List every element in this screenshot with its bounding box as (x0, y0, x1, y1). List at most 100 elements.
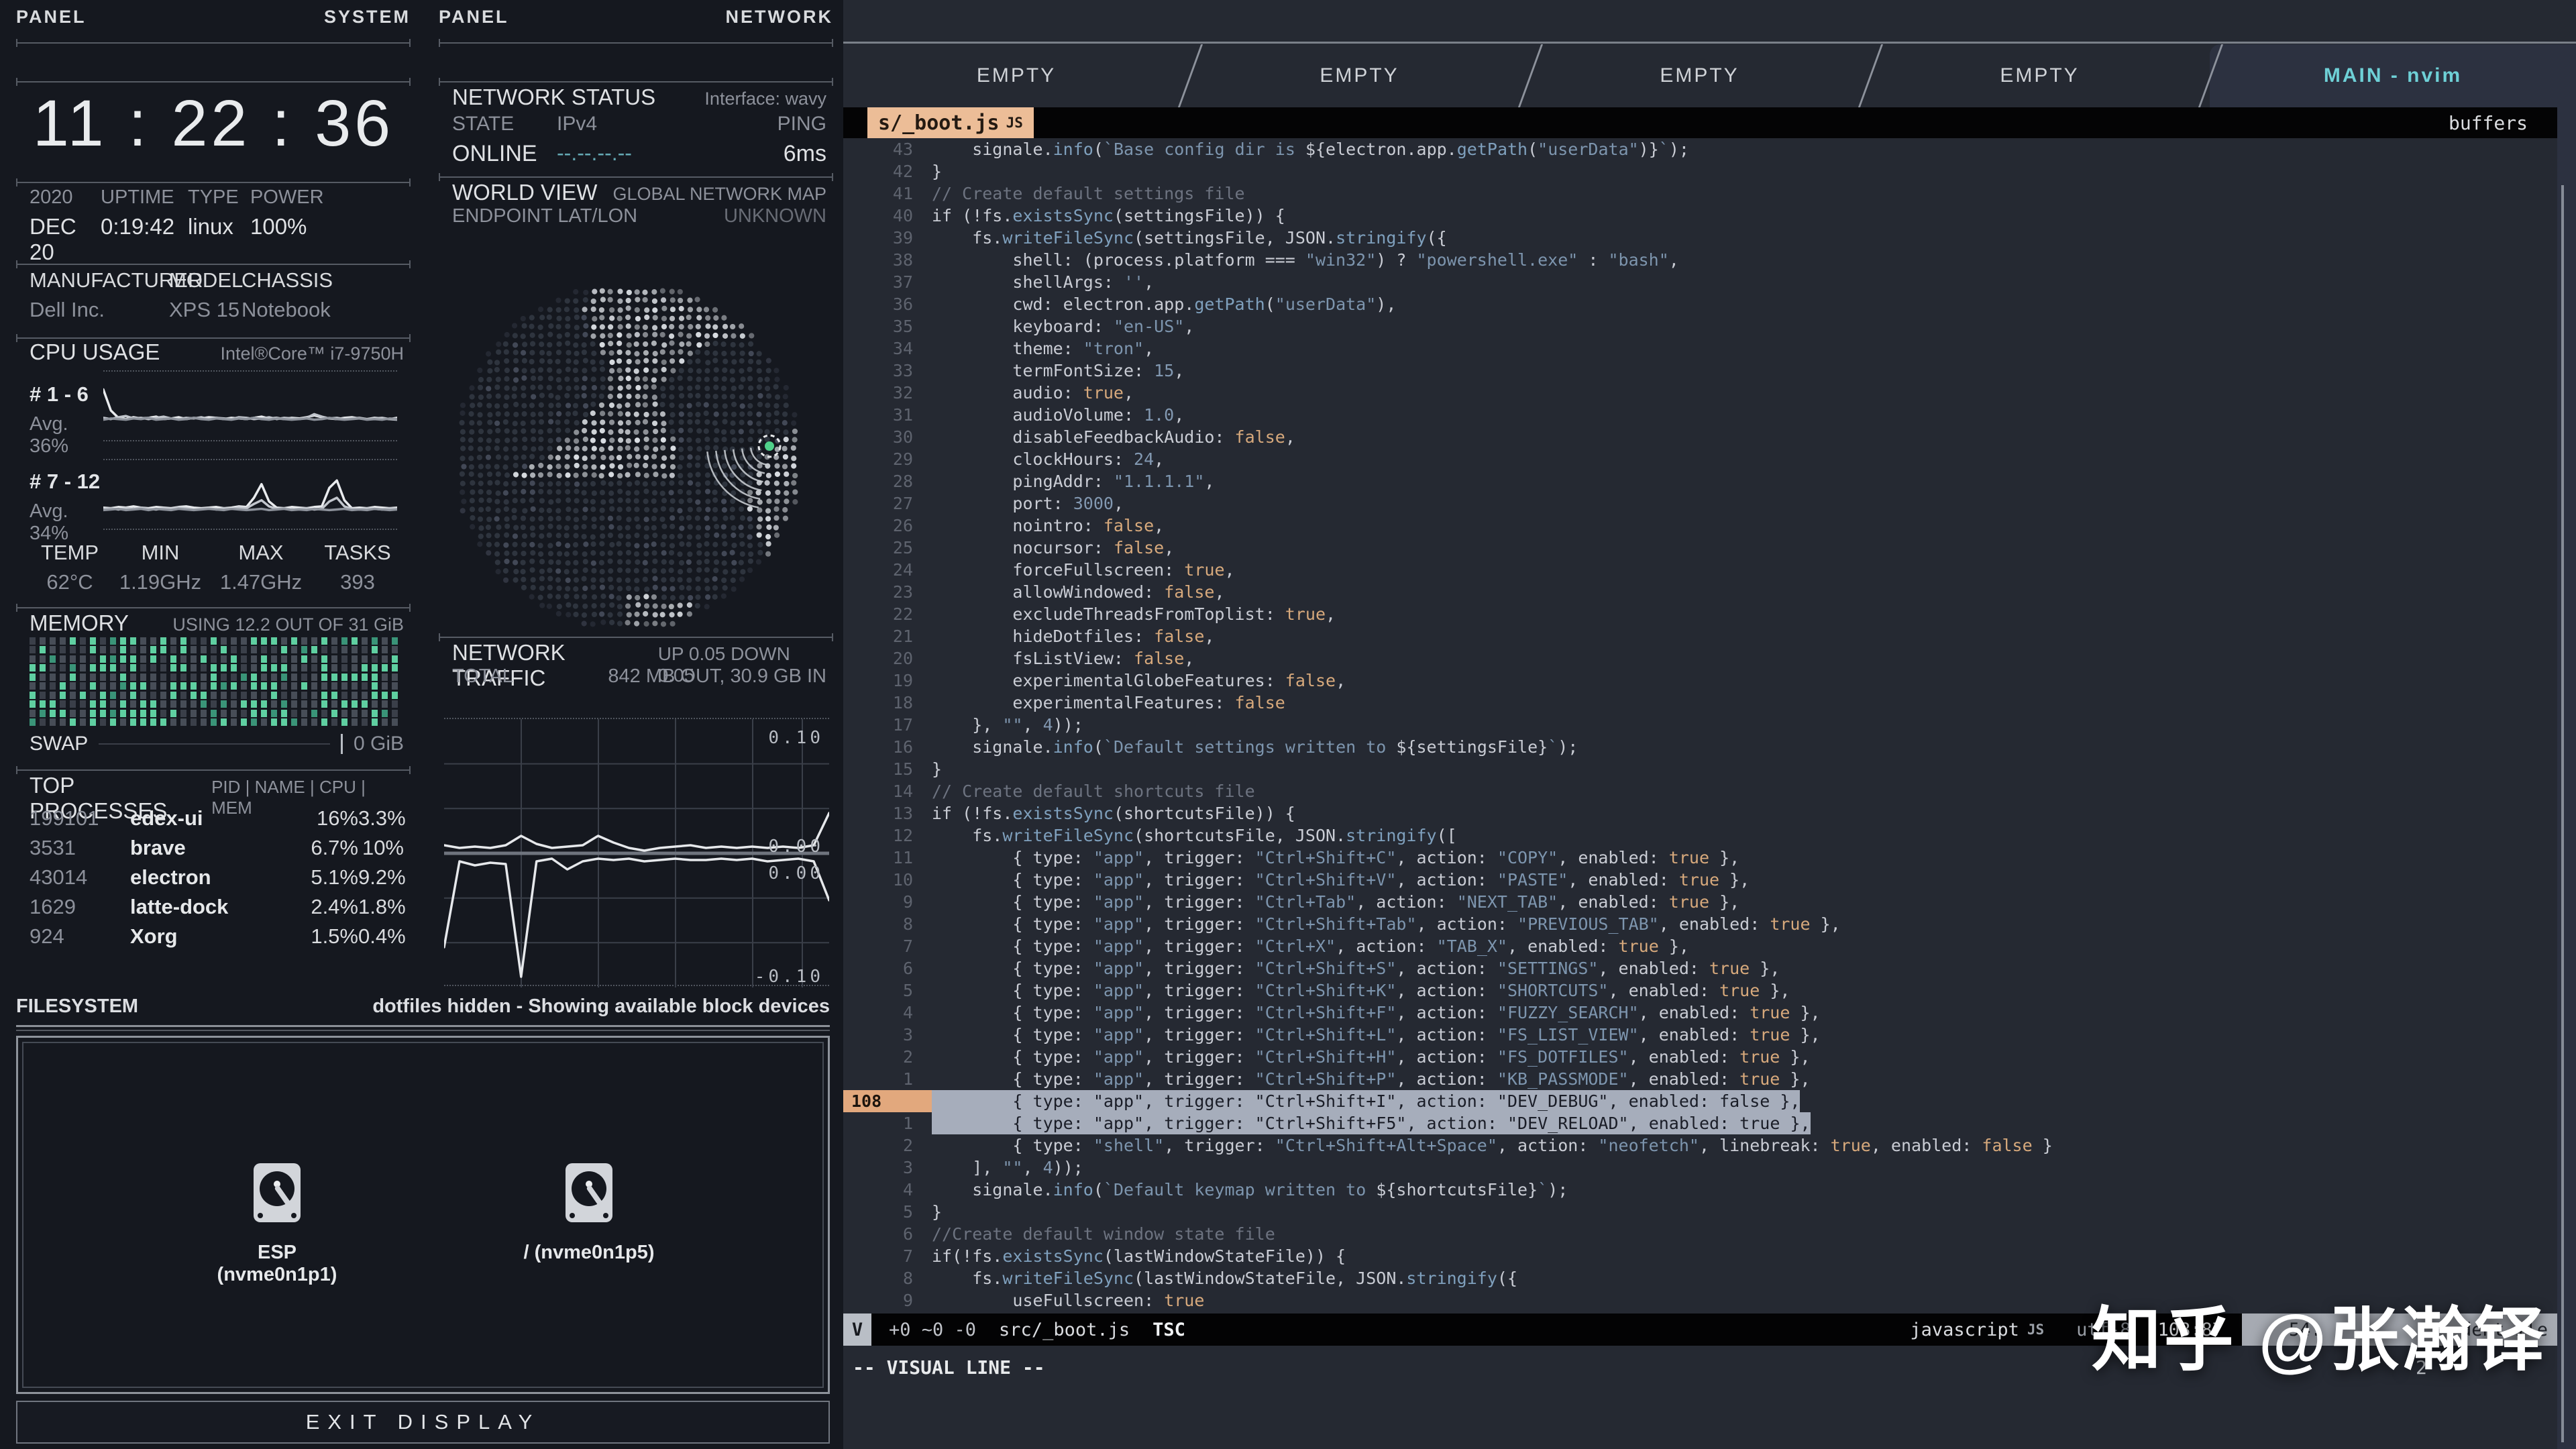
globe-map[interactable] (439, 235, 833, 637)
memory-dot (251, 637, 257, 645)
system-panel-header: PANEL SYSTEM (16, 7, 411, 28)
memory-dot (100, 718, 106, 726)
memory-dot (291, 637, 297, 645)
memory-dot (331, 674, 337, 681)
tab-empty-3[interactable]: EMPTY (1529, 44, 1870, 107)
disk-label: ESP (nvme0n1p1) (197, 1242, 358, 1286)
memory-dot (352, 682, 358, 690)
memory-dot (281, 637, 287, 645)
tab-main-nvim[interactable]: MAIN - nvim (2210, 44, 2576, 107)
memory-dot (110, 710, 116, 717)
memory-dot (241, 718, 247, 726)
memory-dot (281, 674, 287, 681)
memory-dot (382, 674, 388, 681)
code-line: 37 shellArgs: '', (843, 271, 2557, 293)
memory-dot (271, 700, 277, 708)
code-line: 2 { type: "app", trigger: "Ctrl+Shift+H"… (843, 1046, 2557, 1068)
filesystem-status: dotfiles hidden - Showing available bloc… (372, 996, 830, 1018)
line-number: 13 (843, 802, 932, 824)
filetype-label: javascript (1910, 1320, 2019, 1340)
code-line: 42} (843, 160, 2557, 182)
memory-dot (40, 637, 46, 645)
memory-dot (170, 674, 176, 681)
lsp-name: TSC (1152, 1320, 1185, 1340)
memory-dot (341, 718, 347, 726)
memory-dot (251, 692, 257, 699)
line-number: 34 (843, 337, 932, 360)
code-line: 31 audioVolume: 1.0, (843, 404, 2557, 426)
memory-dot (261, 710, 267, 717)
code-line: 26 nointro: false, (843, 515, 2557, 537)
filesystem-box: ESP (nvme0n1p1) / (nvme0n1p5) (16, 1036, 830, 1394)
memory-dot (80, 692, 86, 699)
line-number: 11 (843, 847, 932, 869)
memory-dot (30, 710, 36, 717)
code-line: 33 termFontSize: 15, (843, 360, 2557, 382)
memory-dot (221, 664, 227, 672)
exit-display-button[interactable]: EXIT DISPLAY (16, 1401, 830, 1444)
memory-dot (80, 646, 86, 653)
memory-dot (60, 646, 66, 653)
memory-dot (140, 718, 146, 726)
memory-dot (341, 637, 347, 645)
memory-dot (110, 637, 116, 645)
code-line: 35 keyboard: "en-US", (843, 315, 2557, 337)
code-area[interactable]: 43 signale.info(`Base config dir is ${el… (843, 138, 2557, 1311)
memory-dot (30, 655, 36, 663)
code-line: 36 cwd: electron.app.getPath("userData")… (843, 293, 2557, 315)
tab-empty-2[interactable]: EMPTY (1189, 44, 1529, 107)
svg-text:-0.10: -0.10 (755, 967, 824, 987)
memory-dot (160, 664, 166, 672)
memory-dot (100, 700, 106, 708)
memory-dot (180, 664, 186, 672)
year-label: 2020 (30, 186, 101, 209)
manufacturer-label: MANUFACTURER (30, 268, 169, 292)
memory-dot (90, 646, 96, 653)
panel-label: PANEL (439, 7, 509, 28)
memory-dot (60, 664, 66, 672)
memory-dot (60, 682, 66, 690)
world-view-title: WORLD VIEW (452, 180, 597, 205)
code-line: 38 shell: (process.platform === "win32")… (843, 249, 2557, 271)
memory-dot (40, 692, 46, 699)
memory-dot (221, 700, 227, 708)
temp-label: TEMP (30, 541, 110, 565)
sysinfo-row: 2020DEC 20 UPTIME0:19:42 TYPElinux POWER… (30, 186, 404, 265)
memory-dot (140, 646, 146, 653)
memory-dot (231, 700, 237, 708)
memory-dot (80, 637, 86, 645)
memory-dot (321, 646, 327, 653)
tab-empty-4[interactable]: EMPTY (1870, 44, 2210, 107)
memory-dot (160, 718, 166, 726)
editor-scrollbar[interactable] (2561, 185, 2564, 1442)
tab-empty-1[interactable]: EMPTY (843, 44, 1189, 107)
memory-dot (170, 682, 176, 690)
disk-item[interactable]: / (nvme0n1p5) (508, 1162, 669, 1264)
memory-dot (372, 637, 378, 645)
memory-dot (331, 655, 337, 663)
memory-dot (261, 692, 267, 699)
memory-dot (392, 718, 398, 726)
code-line: 28 pingAddr: "1.1.1.1", (843, 470, 2557, 492)
memory-dot (321, 674, 327, 681)
memory-dot (120, 655, 126, 663)
memory-dot (372, 664, 378, 672)
memory-dot (211, 664, 217, 672)
line-number: 4 (843, 1179, 932, 1201)
memory-dot (281, 718, 287, 726)
memory-dot (251, 655, 257, 663)
memory-dot (40, 655, 46, 663)
memory-dot (392, 655, 398, 663)
memory-dot (140, 674, 146, 681)
line-number: 36 (843, 293, 932, 315)
disk-item[interactable]: ESP (nvme0n1p1) (197, 1162, 358, 1286)
code-line: 8 { type: "app", trigger: "Ctrl+Shift+Ta… (843, 913, 2557, 935)
open-file-chip[interactable]: s/_boot.js JS (867, 107, 1034, 138)
type-value: linux (188, 214, 250, 239)
memory-dot (291, 718, 297, 726)
memory-dot (281, 692, 287, 699)
memory-dot (80, 700, 86, 708)
memory-dot (201, 692, 207, 699)
memory-usage: USING 12.2 OUT OF 31 GiB (172, 614, 404, 635)
memory-dot (150, 710, 156, 717)
